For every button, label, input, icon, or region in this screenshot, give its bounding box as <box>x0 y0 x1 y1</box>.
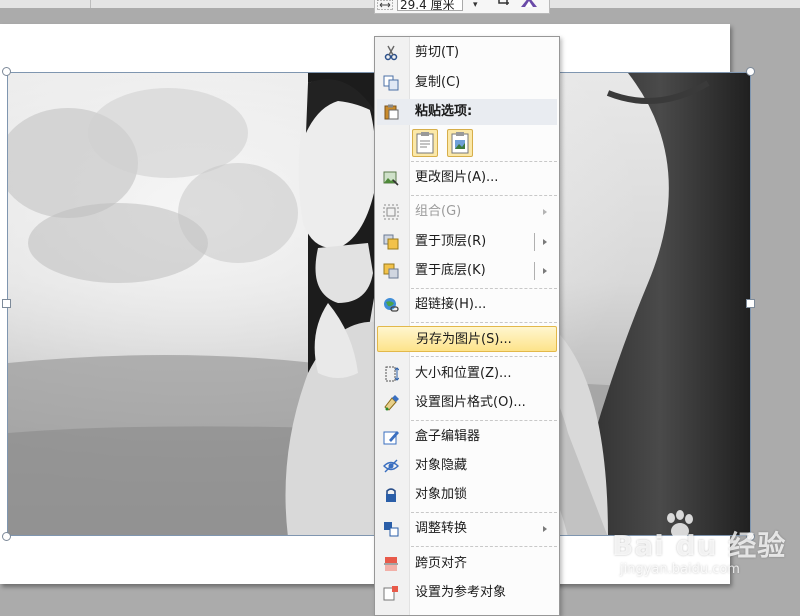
hyperlink-icon <box>384 298 399 312</box>
watermark-brand: Bai du 经验 <box>612 529 787 562</box>
resize-handle-top-right[interactable] <box>746 67 755 76</box>
menu-item-label: 对象加锁 <box>415 487 468 502</box>
submenu-arrow-icon[interactable] <box>543 268 547 274</box>
lock-icon <box>386 488 396 502</box>
split-divider <box>534 233 535 251</box>
menu-header-paste-options: 粘贴选项: <box>377 99 557 125</box>
menu-separator <box>411 546 557 547</box>
copy-icon <box>383 75 399 91</box>
submenu-arrow-icon <box>543 526 547 532</box>
menu-header-label: 粘贴选项: <box>415 104 473 119</box>
menu-item-set-reference[interactable]: 设置为参考对象 <box>377 580 557 606</box>
menu-item-bring-to-front[interactable]: 置于顶层(R) <box>377 229 557 255</box>
eye-hidden-icon <box>383 459 399 473</box>
align-icon <box>384 557 398 571</box>
paste-icon <box>384 104 399 120</box>
crop-icon[interactable] <box>497 0 509 5</box>
menu-item-label: 置于底层(K) <box>415 263 486 278</box>
menu-separator <box>411 420 557 421</box>
menu-item-group[interactable]: 组合(G) <box>377 199 557 225</box>
paste-text-icon <box>416 132 434 154</box>
menu-item-label: 超链接(H)... <box>415 297 487 312</box>
size-position-icon <box>385 366 399 382</box>
menu-item-cross-page-align[interactable]: 跨页对齐 <box>377 551 557 577</box>
watermark-url: jingyan.baidu.com <box>620 562 740 577</box>
menu-separator <box>411 288 557 289</box>
menu-item-adjust-convert[interactable]: 调整转换 <box>377 516 557 542</box>
menu-item-format-picture[interactable]: 设置图片格式(O)... <box>377 390 557 416</box>
menu-item-label: 设置图片格式(O)... <box>415 395 526 410</box>
menu-item-label: 另存为图片(S)... <box>416 332 512 347</box>
menu-item-object-hide[interactable]: 对象隐藏 <box>377 453 557 479</box>
menu-separator <box>411 356 557 357</box>
resize-handle-bottom-left[interactable] <box>2 532 11 541</box>
spinner-down-icon[interactable]: ▾ <box>473 0 478 10</box>
menu-item-label: 复制(C) <box>415 75 461 90</box>
width-icon <box>377 0 393 10</box>
size-toolbar: 29.4 厘米 ▾ <box>374 0 550 14</box>
format-picture-icon <box>384 395 399 411</box>
menu-item-label: 剪切(T) <box>415 45 460 60</box>
resize-handle-middle-right[interactable] <box>746 299 755 308</box>
menu-item-change-picture[interactable]: 更改图片(A)... <box>377 165 557 191</box>
submenu-arrow-icon[interactable] <box>543 239 547 245</box>
menu-item-label: 设置为参考对象 <box>415 585 507 600</box>
menu-item-label: 组合(G) <box>415 204 462 219</box>
group-icon <box>383 204 399 220</box>
align-tool-icon[interactable] <box>519 0 539 7</box>
convert-icon <box>384 522 399 537</box>
menu-separator <box>411 195 557 196</box>
menu-item-copy[interactable]: 复制(C) <box>377 70 557 96</box>
paste-keep-text-button[interactable] <box>412 129 438 157</box>
split-divider <box>534 262 535 280</box>
menu-item-size-and-position[interactable]: 大小和位置(Z)... <box>377 361 557 387</box>
reference-icon <box>383 586 398 601</box>
menu-separator <box>411 161 557 162</box>
menu-item-object-lock[interactable]: 对象加锁 <box>377 482 557 508</box>
menu-item-save-as-picture[interactable]: 另存为图片(S)... <box>377 326 557 352</box>
paste-picture-icon <box>451 132 469 154</box>
ribbon-divider <box>90 0 91 8</box>
menu-item-hyperlink[interactable]: 超链接(H)... <box>377 292 557 318</box>
menu-item-label: 调整转换 <box>415 521 468 536</box>
bring-front-icon <box>383 234 399 250</box>
change-picture-icon <box>383 171 399 186</box>
menu-item-label: 对象隐藏 <box>415 458 468 473</box>
menu-item-send-to-back[interactable]: 置于底层(K) <box>377 258 557 284</box>
paste-as-picture-button[interactable] <box>447 129 473 157</box>
resize-handle-middle-left[interactable] <box>2 299 11 308</box>
submenu-arrow-icon <box>543 209 547 215</box>
context-menu: 剪切(T) 复制(C) 粘贴选项: 更改图片(A)... 组合(G) 置于顶层(… <box>374 36 560 616</box>
menu-item-label: 置于顶层(R) <box>415 234 487 249</box>
send-back-icon <box>383 263 399 279</box>
menu-item-label: 更改图片(A)... <box>415 170 499 185</box>
baidu-jingyan-watermark: Bai du 经验 jingyan.baidu.com <box>606 510 796 590</box>
scissors-icon <box>384 45 398 61</box>
menu-item-cut[interactable]: 剪切(T) <box>377 40 557 66</box>
resize-handle-top-left[interactable] <box>2 67 11 76</box>
box-editor-icon <box>383 431 399 445</box>
menu-separator <box>411 512 557 513</box>
menu-separator <box>411 322 557 323</box>
shape-width-input[interactable]: 29.4 厘米 <box>397 0 463 11</box>
menu-item-box-editor[interactable]: 盒子编辑器 <box>377 424 557 450</box>
menu-item-label: 大小和位置(Z)... <box>415 366 512 381</box>
menu-item-label: 跨页对齐 <box>415 556 468 571</box>
menu-item-label: 盒子编辑器 <box>415 429 481 444</box>
